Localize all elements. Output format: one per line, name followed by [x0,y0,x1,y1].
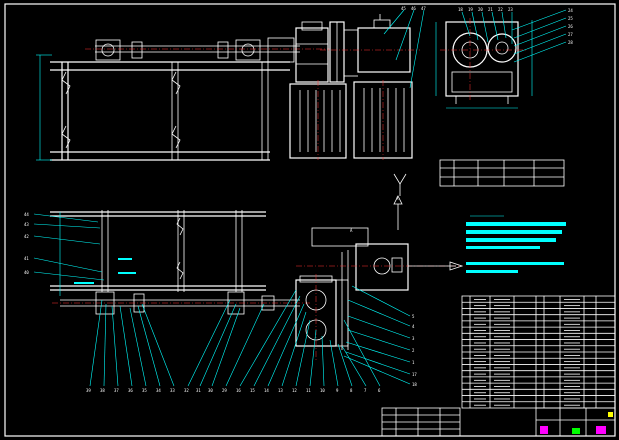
gearbox-side-view [289,14,420,160]
balloon-45: 45 [401,6,406,11]
balloon-31: 31 [196,388,201,393]
title-accent-green [572,428,580,434]
title-block [381,407,616,437]
balloon-14: 14 [264,388,269,393]
balloon-15: 15 [250,388,255,393]
balloon-2: 2 [412,348,415,353]
balloon-32: 32 [184,388,189,393]
balloon-38: 38 [100,388,105,393]
balloon-7: 7 [364,388,367,393]
gearbox-end-view [435,18,533,109]
technical-requirements-text [466,215,566,273]
motor-view-label: A [350,228,353,233]
parameter-table [439,159,565,187]
balloon-19: 19 [468,7,473,12]
balloon-18b: 18 [412,382,417,387]
balloon-10: 10 [320,388,325,393]
balloon-29: 29 [222,388,227,393]
balloon-27: 27 [568,32,573,37]
balloons-bottom: 39 38 37 36 35 34 33 32 31 30 29 16 15 1… [86,314,415,393]
balloon-6: 6 [378,388,381,393]
balloon-8: 8 [350,388,353,393]
balloon-18: 18 [458,7,463,12]
left-leaders [33,213,105,281]
balloons-right: 17 18 [343,351,417,387]
balloon-37: 37 [114,388,119,393]
balloon-46: 46 [411,6,416,11]
drawing-border [4,3,616,437]
balloon-22: 22 [498,7,503,12]
title-accent-magenta [540,426,548,434]
balloon-13: 13 [278,388,283,393]
balloon-26: 26 [568,24,573,29]
balloon-35: 35 [142,388,147,393]
balloon-30: 30 [208,388,213,393]
cad-drawing-canvas: 45 46 47 18 19 20 21 22 23 24 25 26 27 2… [4,3,616,437]
balloon-3: 3 [412,336,415,341]
bottom-leaders [89,285,411,387]
balloon-16: 16 [236,388,241,393]
title-accent-yellow [608,412,613,417]
balloon-4: 4 [412,324,415,329]
balloon-44: 44 [24,212,29,217]
balloon-28: 28 [568,40,573,45]
balloon-34: 34 [156,388,161,393]
title-accent-magenta-2 [596,426,606,434]
balloon-11: 11 [306,388,311,393]
front-view [36,37,330,161]
balloon-25: 25 [568,16,573,21]
view-direction-arrow: A [393,173,407,230]
balloon-40: 40 [24,270,29,275]
balloon-43: 43 [24,222,29,227]
balloon-47: 47 [421,6,426,11]
balloon-23: 23 [508,7,513,12]
balloon-20: 20 [478,7,483,12]
balloon-12: 12 [292,388,297,393]
balloons-top-center: 45 46 47 [401,6,426,11]
balloons-top-right: 18 19 20 21 22 23 24 25 26 27 28 [458,7,573,45]
parts-list-table [461,295,616,409]
balloon-33: 33 [170,388,175,393]
balloon-9: 9 [336,388,339,393]
balloon-1: 1 [412,360,415,365]
balloon-39: 39 [86,388,91,393]
balloon-24: 24 [568,8,573,13]
balloon-17: 17 [412,372,417,377]
balloon-21: 21 [488,7,493,12]
balloon-41: 41 [24,256,29,261]
balloons-left: 44 43 42 41 40 [24,212,29,275]
balloon-5: 5 [412,314,415,319]
plan-view [50,210,310,315]
balloon-36: 36 [128,388,133,393]
balloon-42: 42 [24,234,29,239]
